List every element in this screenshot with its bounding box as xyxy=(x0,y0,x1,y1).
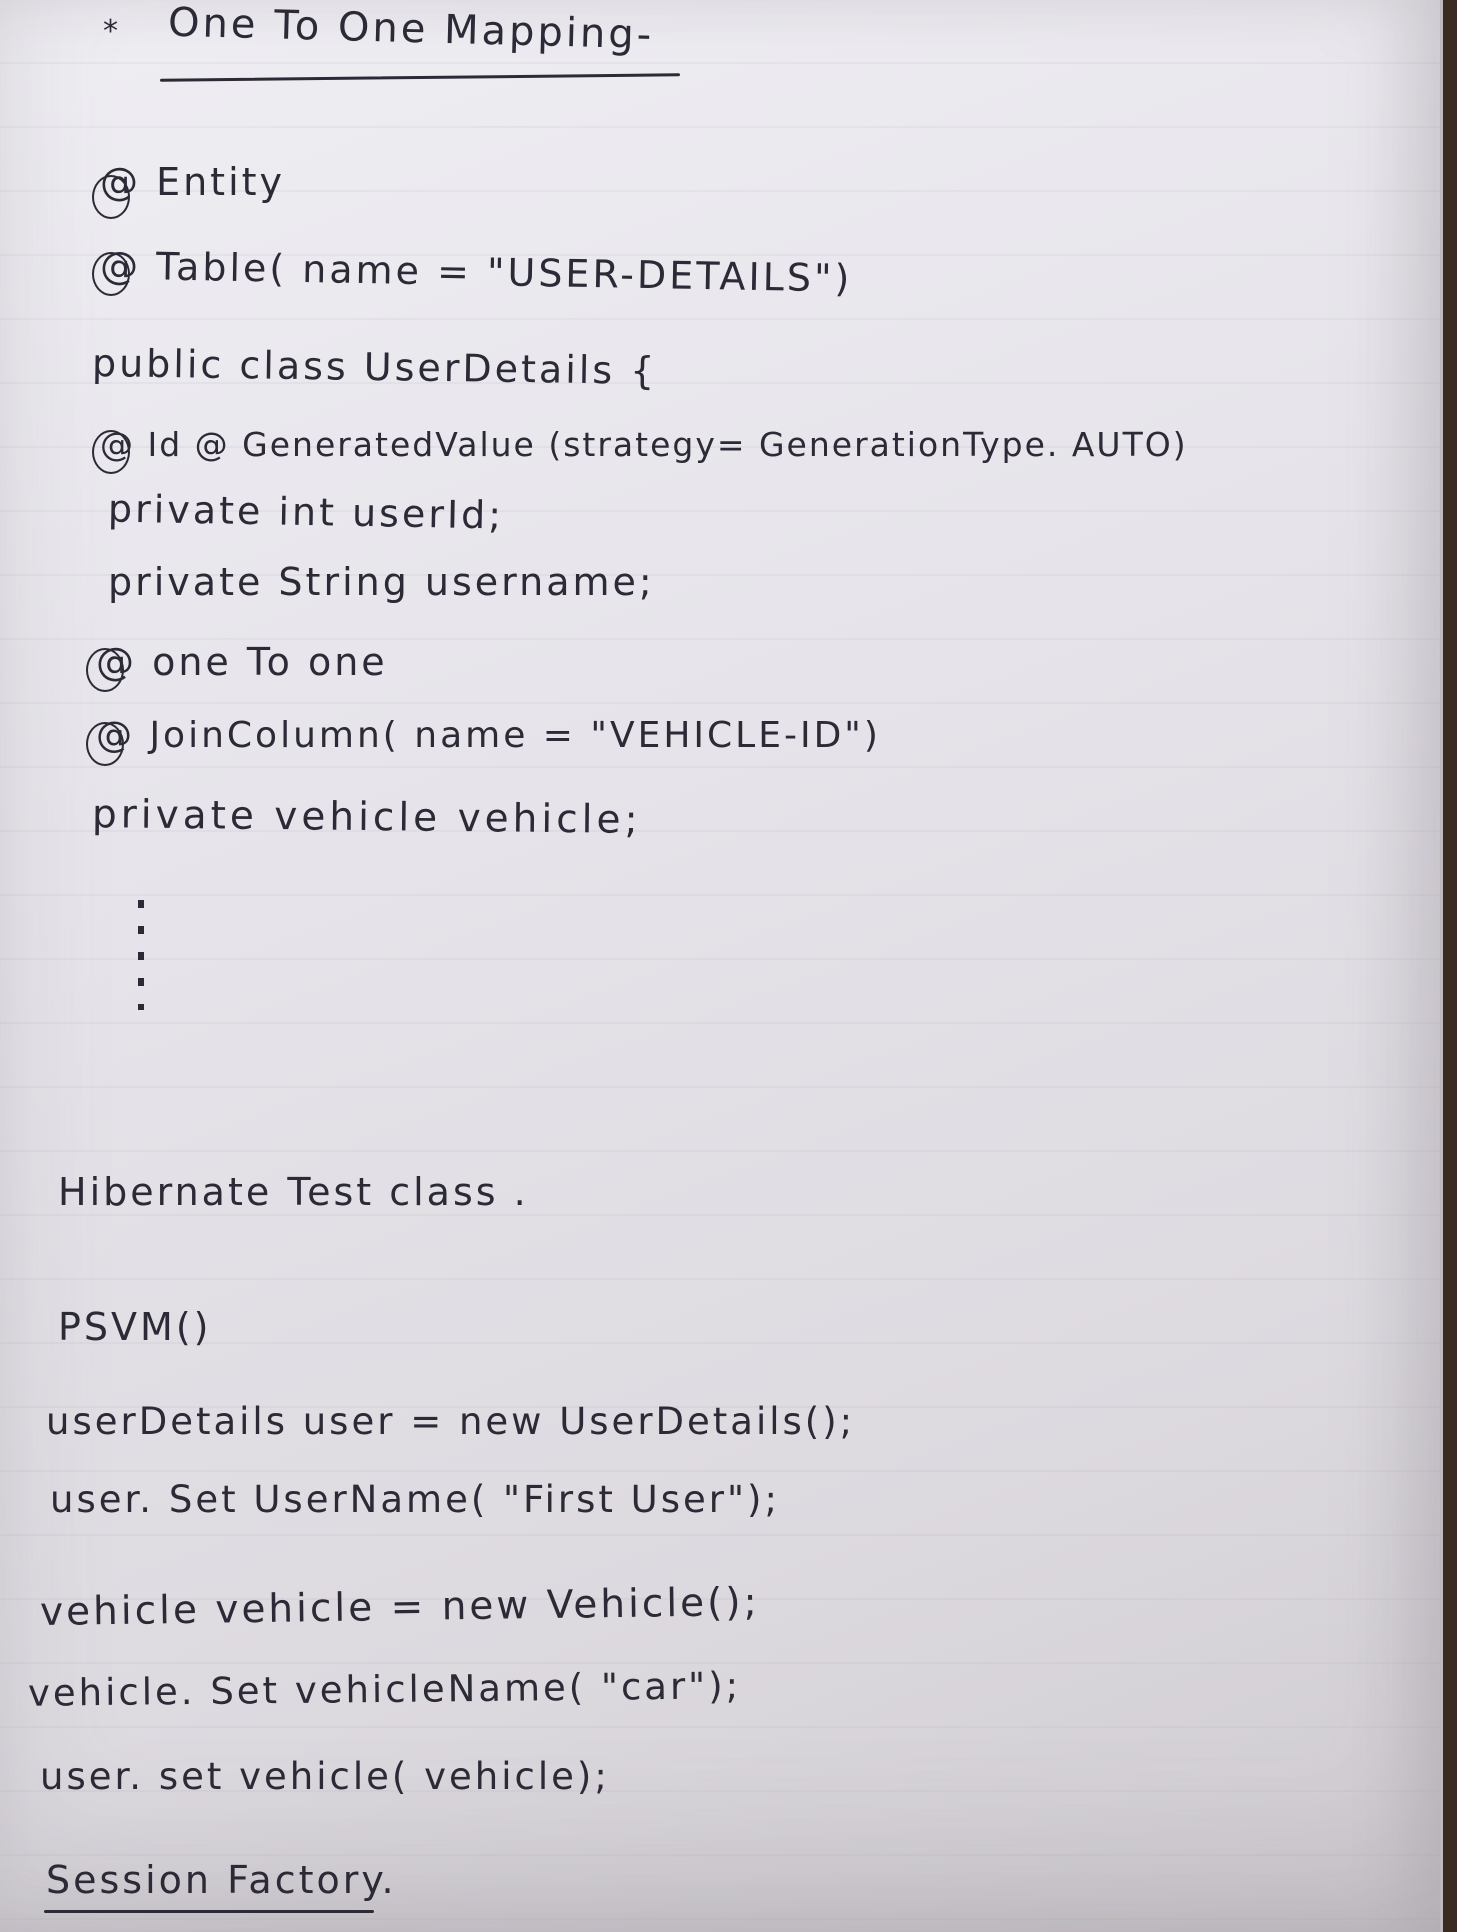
note-line-8: @ JoinColumn( name = "VEHICLE-ID") xyxy=(96,715,881,756)
note-line-11: PSVM() xyxy=(58,1305,212,1349)
note-line-10: Hibernate Test class . xyxy=(58,1170,529,1214)
session-factory-underline xyxy=(44,1910,374,1913)
note-line-6: private String username; xyxy=(108,560,655,604)
heading-underline xyxy=(159,73,681,82)
note-heading: One To One Mapping- xyxy=(167,0,655,59)
note-line-15: vehicle. Set vehicleName( "car"); xyxy=(27,1664,742,1715)
note-line-14: vehicle vehicle = new Vehicle(); xyxy=(39,1579,760,1636)
note-line-2: @ Table( name = "USER-DETAILS") xyxy=(99,243,853,301)
note-line-5: private int userId; xyxy=(107,486,505,538)
note-line-16: user. set vehicle( vehicle); xyxy=(40,1755,610,1798)
note-line-4: @ Id @ GeneratedValue (strategy= Generat… xyxy=(100,425,1188,464)
note-line-1: @ Entity xyxy=(100,160,286,204)
note-line-17: Session Factory. xyxy=(46,1858,397,1902)
note-line-13: user. Set UserName( "First User"); xyxy=(50,1478,780,1521)
heading-bullet: * xyxy=(103,14,118,49)
notebook-page: * One To One Mapping- @ Entity @ Table( … xyxy=(0,0,1443,1932)
note-line-9: private vehicle vehicle; xyxy=(91,792,642,843)
note-line-7: @ one To one xyxy=(96,640,388,684)
note-line-3: public class UserDetails { xyxy=(91,341,658,393)
continuation-dots xyxy=(138,900,144,1010)
note-line-12: userDetails user = new UserDetails(); xyxy=(46,1400,856,1443)
